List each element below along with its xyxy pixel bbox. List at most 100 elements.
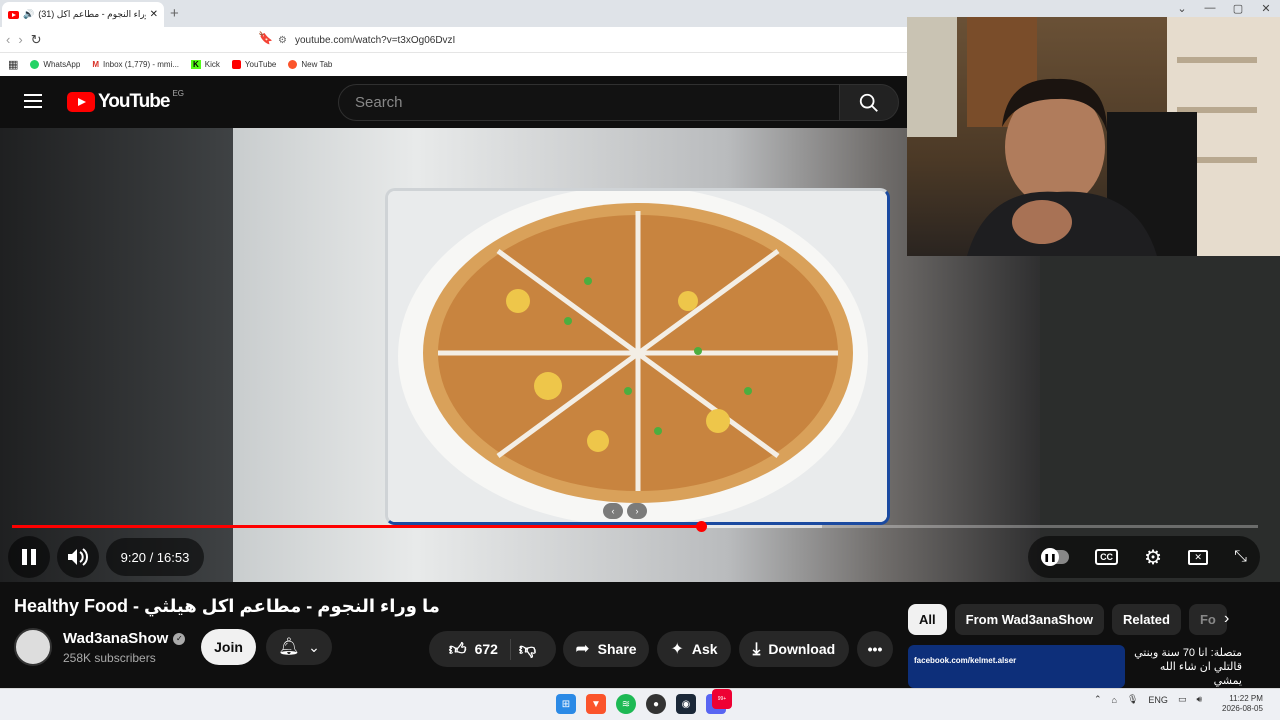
youtube-icon [231, 60, 241, 69]
carousel-prev-icon[interactable]: ‹ [603, 503, 623, 519]
more-actions-button[interactable]: ••• [857, 631, 893, 667]
address-bar[interactable]: ⚙ youtube.com/watch?v=t3xOg06DvzI [278, 30, 898, 50]
video-frame-left [0, 128, 233, 582]
captions-icon[interactable]: CC [1095, 549, 1119, 565]
spotify-icon[interactable]: ≋ [616, 694, 636, 714]
verified-check-icon: ✓ [173, 632, 186, 645]
carousel-next-icon[interactable]: › [627, 503, 647, 519]
subscriber-count: 258K subscribers [63, 651, 156, 665]
windows-start-icon[interactable]: ⊞ [556, 694, 576, 714]
volume-icon [68, 548, 88, 566]
youtube-play-icon [67, 92, 95, 112]
recommendation-chips: All From Wad3anaShow Related Fo [908, 604, 1227, 635]
video-title: ما وراء النجوم - مطاعم اكل هيلثي - Healt… [14, 596, 440, 616]
image-carousel-controls: ‹ › [603, 503, 647, 519]
join-button[interactable]: Join [201, 629, 256, 665]
player-right-controls: ❚❚ CC ⚙ ✕ ⤡ [1028, 536, 1260, 578]
apps-grid-icon[interactable]: ▦ [8, 58, 18, 71]
whatsapp-icon [30, 60, 40, 69]
app-icon[interactable]: ● [646, 694, 666, 714]
chip-scroll-right-icon[interactable]: › [1224, 610, 1229, 628]
chevron-down-icon: ⌄ [308, 638, 320, 655]
speaker-icon: 🔊 [23, 9, 35, 19]
streamer-webcam [907, 17, 1280, 256]
tab-title: (31) ما وراء النجوم - مطاعم اكل [38, 9, 145, 19]
share-icon: ➦ [575, 639, 590, 658]
microphone-icon[interactable]: 🎙︎ [1127, 694, 1138, 705]
bookmark-youtube[interactable]: YouTube [231, 60, 276, 69]
minimize-icon[interactable]: — [1196, 2, 1224, 15]
thumbs-down-icon: 👎︎ [518, 639, 537, 659]
back-icon[interactable]: ‹ [6, 32, 10, 48]
brave-icon[interactable]: ▼ [586, 694, 606, 714]
download-icon: ⤓ [752, 639, 761, 658]
pause-icon [22, 549, 36, 565]
reload-icon[interactable]: ↻ [31, 32, 42, 48]
theater-mode-icon[interactable]: ✕ [1188, 549, 1209, 565]
chip-all[interactable]: All [908, 604, 947, 635]
pizza-image [385, 188, 890, 525]
discord-icon[interactable]: ☺99+ [706, 689, 732, 714]
youtube-favicon-icon [8, 10, 19, 19]
taskbar-apps: ⊞ ▼ ≋ ● ◉ ☺99+ [556, 689, 732, 714]
close-window-icon[interactable]: ✕ [1252, 2, 1280, 15]
more-dots-icon: ••• [867, 641, 883, 657]
dislike-button[interactable]: 👎︎ [519, 639, 536, 660]
sparkle-icon: ✦ [670, 641, 684, 658]
recommendation-title[interactable]: متصلة: انا 70 سنة وبنتي قالتلي ان شاء ال… [1132, 646, 1242, 688]
volume-tray-icon[interactable]: 🔊︎ [1196, 694, 1202, 705]
display-icon[interactable]: ▭ [1178, 694, 1187, 705]
like-dislike-group: 👍︎ 672 👎︎ [429, 631, 556, 667]
hamburger-menu-icon[interactable] [24, 94, 42, 108]
search-input[interactable]: Search [338, 84, 840, 121]
ask-button[interactable]: ✦ Ask [657, 631, 731, 667]
search-icon [859, 93, 878, 112]
chip-more[interactable]: Fo [1188, 604, 1227, 635]
youtube-logo[interactable]: YouTube EG [67, 89, 184, 113]
chip-related[interactable]: Related [1112, 604, 1181, 635]
bookmark-whatsapp[interactable]: WhatsApp [30, 60, 80, 69]
volume-button[interactable] [57, 536, 99, 578]
browser-tab[interactable]: 🔊 (31) ما وراء النجوم - مطاعم اكل ✕ [2, 2, 164, 27]
steam-icon[interactable]: ◉ [676, 694, 696, 714]
autoplay-toggle[interactable]: ❚❚ [1041, 548, 1070, 566]
system-clock[interactable]: 11:22 PM 2026-08-05 [1222, 694, 1263, 714]
network-icon[interactable]: ⌂ [1112, 695, 1117, 705]
gmail-icon: M [92, 60, 99, 69]
share-button[interactable]: ➦ Share [563, 631, 649, 667]
maximize-icon[interactable]: ▢ [1224, 2, 1252, 15]
fullscreen-icon[interactable]: ⤡ [1234, 548, 1247, 566]
close-tab-icon[interactable]: ✕ [150, 9, 158, 20]
progress-played [12, 525, 702, 528]
system-tray: ⌃ ⌂ 🎙︎ ENG ▭ 🔊︎ [1094, 694, 1202, 705]
kick-icon: K [191, 60, 201, 69]
tab-list-icon[interactable]: ⌄ [1168, 2, 1196, 15]
bookmark-new-tab[interactable]: New Tab [288, 60, 332, 69]
bookmark-kick[interactable]: K Kick [191, 60, 220, 69]
bookmark-icon[interactable]: 🔖 [258, 31, 273, 45]
site-info-icon[interactable]: ⚙ [278, 35, 287, 46]
pause-button[interactable] [8, 536, 50, 578]
forward-icon[interactable]: › [18, 32, 22, 48]
progress-scrubber[interactable] [696, 521, 708, 532]
thumbs-up-icon: 👍︎ [448, 639, 467, 659]
thumbnail-text: facebook.com/kelmet.alser [914, 656, 1017, 665]
recommendation-thumbnail[interactable] [908, 645, 1125, 688]
channel-name[interactable]: Wad3anaShow ✓ [63, 630, 186, 647]
tray-chevron-icon[interactable]: ⌃ [1094, 694, 1102, 705]
settings-gear-icon[interactable]: ⚙ [1144, 545, 1162, 570]
notifications-button[interactable]: 🔔︎ ⌄ [266, 629, 332, 665]
bookmark-gmail[interactable]: M Inbox (1,779) - mmi... [92, 60, 179, 69]
bell-icon: 🔔︎ [278, 637, 300, 656]
channel-avatar[interactable] [14, 628, 52, 666]
window-controls: ⌄ — ▢ ✕ [1168, 2, 1280, 15]
brave-icon [288, 60, 298, 69]
nav-buttons: ‹ › ↻ [6, 32, 42, 48]
url-text: youtube.com/watch?v=t3xOg06DvzI [294, 34, 456, 46]
new-tab-button[interactable]: + [170, 5, 179, 22]
download-button[interactable]: ⤓ Download [739, 631, 849, 667]
like-button[interactable]: 👍︎ 672 [448, 638, 511, 660]
language-indicator[interactable]: ENG [1148, 695, 1168, 705]
search-button[interactable] [839, 84, 899, 121]
chip-from-channel[interactable]: From Wad3anaShow [954, 604, 1104, 635]
